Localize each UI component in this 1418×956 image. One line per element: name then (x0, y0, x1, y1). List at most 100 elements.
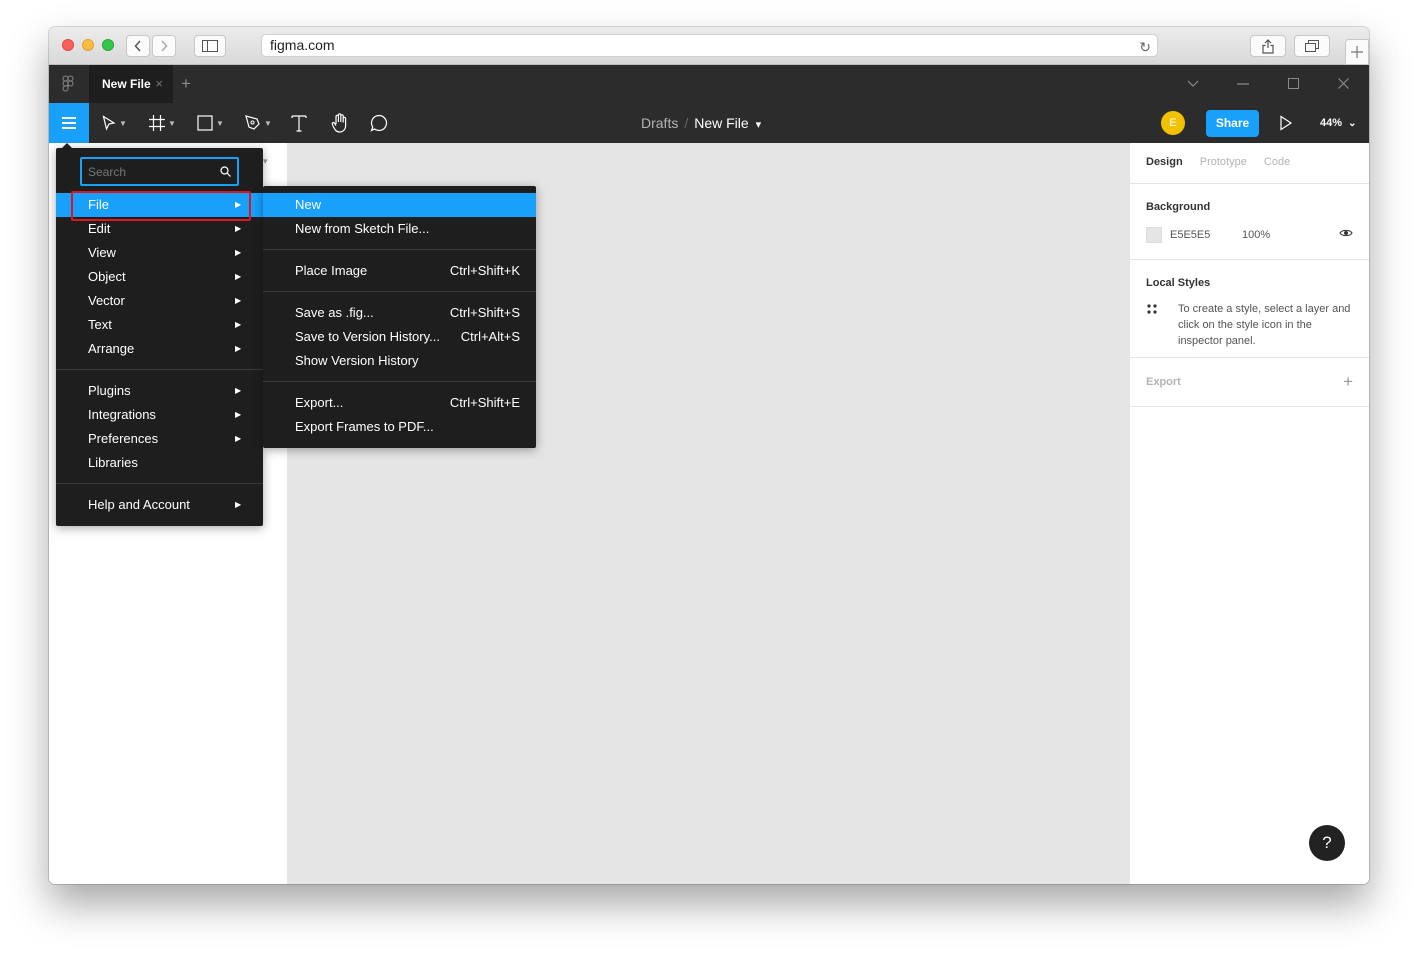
tab-code[interactable]: Code (1264, 156, 1290, 168)
comment-icon (370, 114, 388, 132)
menu-search[interactable] (80, 157, 239, 186)
cursor-icon (102, 115, 116, 131)
menu-item-file[interactable]: File ▶ (56, 191, 263, 221)
menu-item-label: Plugins (88, 383, 131, 398)
export-section: Export + (1130, 358, 1369, 407)
submenu-arrow-icon: ▶ (235, 320, 242, 329)
properties-panel: Design Prototype Code Background E5E5E5 … (1129, 143, 1369, 884)
background-opacity[interactable]: 100% (1242, 229, 1270, 241)
menu-item-object[interactable]: Object ▶ (56, 265, 263, 289)
new-tab-button[interactable] (1345, 39, 1369, 65)
share-icon (1262, 38, 1274, 54)
move-tool[interactable]: ▼ (102, 103, 127, 143)
zoom-dropdown[interactable]: 44% ⌄ (1320, 103, 1356, 144)
submenu-item-export-frames-to-pdf[interactable]: Export Frames to PDF... (263, 415, 536, 439)
menu-item-label: Preferences (88, 431, 159, 446)
pen-tool[interactable]: ▼ (245, 103, 272, 143)
tab-prototype[interactable]: Prototype (1200, 156, 1247, 168)
chevron-down-icon[interactable]: ▾ (263, 156, 268, 167)
menu-item-preferences[interactable]: Preferences ▶ (56, 427, 263, 451)
help-button[interactable]: ? (1309, 825, 1345, 861)
text-icon (291, 115, 307, 132)
chevron-down-icon: ▼ (216, 118, 224, 128)
browser-toolbar: figma.com ↻ (49, 27, 1369, 65)
submenu-item-label: Export... (295, 395, 344, 410)
submenu-item-save-as-fig[interactable]: Save as .fig... Ctrl+Shift+S (263, 301, 536, 325)
reload-icon[interactable]: ↻ (1139, 37, 1151, 58)
url-text: figma.com (270, 37, 335, 53)
local-styles-title: Local Styles (1146, 277, 1211, 289)
zoom-window-button[interactable] (102, 39, 114, 51)
search-icon (220, 166, 231, 177)
hamburger-icon (62, 117, 76, 119)
submenu-arrow-icon: ▶ (235, 272, 242, 281)
tab-title: New File (102, 77, 151, 91)
share-page-button[interactable] (1250, 35, 1286, 57)
maximize-icon[interactable] (1288, 78, 1299, 89)
menu-divider (56, 483, 263, 484)
back-button[interactable] (126, 35, 150, 57)
menu-item-integrations[interactable]: Integrations ▶ (56, 403, 263, 427)
submenu-item-new[interactable]: New (263, 193, 536, 217)
browser-window: figma.com ↻ New File × + ▼ ▼ ▼ ▼ Drafts … (49, 27, 1369, 884)
add-tab-icon[interactable]: + (181, 65, 191, 103)
minimize-icon[interactable] (1237, 83, 1249, 85)
share-button[interactable]: Share (1206, 110, 1259, 137)
local-styles-row: To create a style, select a layer and cl… (1146, 289, 1353, 357)
menu-item-vector[interactable]: Vector ▶ (56, 289, 263, 313)
shape-tool[interactable]: ▼ (197, 103, 224, 143)
submenu-item-label: Save to Version History... (295, 329, 440, 344)
file-submenu: New New from Sketch File... Place Image … (263, 186, 536, 448)
menu-divider (263, 381, 536, 382)
chevron-down-icon[interactable] (1187, 80, 1199, 88)
hand-tool[interactable] (331, 103, 349, 143)
eye-icon[interactable] (1339, 228, 1353, 238)
menu-item-libraries[interactable]: Libraries (56, 451, 263, 475)
submenu-item-place-image[interactable]: Place Image Ctrl+Shift+K (263, 259, 536, 283)
tabs-overview-button[interactable] (1294, 35, 1330, 57)
menu-search-input[interactable] (88, 164, 218, 180)
text-tool[interactable] (291, 103, 307, 143)
menu-item-arrange[interactable]: Arrange ▶ (56, 337, 263, 361)
chevron-down-icon: ⌄ (1348, 118, 1357, 129)
background-hex[interactable]: E5E5E5 (1170, 229, 1210, 241)
comment-tool[interactable] (370, 103, 388, 143)
close-window-button[interactable] (62, 39, 74, 51)
menu-item-edit[interactable]: Edit ▶ (56, 217, 263, 241)
menu-divider (56, 369, 263, 370)
menu-item-view[interactable]: View ▶ (56, 241, 263, 265)
avatar[interactable]: E (1161, 111, 1185, 135)
menu-item-help-and-account[interactable]: Help and Account ▶ (56, 493, 263, 517)
menu-item-plugins[interactable]: Plugins ▶ (56, 379, 263, 403)
tab-design[interactable]: Design (1146, 156, 1183, 168)
submenu-arrow-icon: ▶ (235, 386, 242, 395)
forward-button[interactable] (152, 35, 176, 57)
local-styles-section: Local Styles To create a style, select a… (1130, 260, 1369, 358)
submenu-item-save-to-version-history[interactable]: Save to Version History... Ctrl+Alt+S (263, 325, 536, 349)
rectangle-icon (197, 115, 213, 131)
sidebar-icon (202, 40, 218, 52)
submenu-arrow-icon: ▶ (235, 410, 242, 419)
sidebar-toggle-button[interactable] (194, 35, 226, 57)
tab-new-file[interactable]: New File × (89, 65, 173, 103)
breadcrumb-drafts[interactable]: Drafts (641, 115, 678, 131)
file-name[interactable]: New File (694, 115, 748, 131)
close-tab-icon[interactable]: × (155, 65, 163, 103)
submenu-item-export[interactable]: Export... Ctrl+Shift+E (263, 391, 536, 415)
main-menu-button[interactable] (49, 103, 89, 143)
frame-tool[interactable]: ▼ (149, 103, 176, 143)
menu-item-text[interactable]: Text ▶ (56, 313, 263, 337)
play-icon[interactable] (1279, 115, 1293, 131)
add-export-icon[interactable]: + (1343, 358, 1353, 406)
address-bar[interactable]: figma.com ↻ (261, 34, 1158, 57)
close-icon[interactable] (1338, 78, 1349, 89)
background-swatch[interactable] (1146, 227, 1162, 243)
pen-icon (245, 115, 260, 130)
background-title: Background (1146, 201, 1211, 213)
chevron-down-icon[interactable]: ▾ (756, 119, 762, 131)
minimize-window-button[interactable] (82, 39, 94, 51)
submenu-item-new-from-sketch[interactable]: New from Sketch File... (263, 217, 536, 241)
menu-item-label: View (88, 245, 116, 260)
submenu-item-label: New from Sketch File... (295, 221, 430, 236)
submenu-item-show-version-history[interactable]: Show Version History (263, 349, 536, 373)
